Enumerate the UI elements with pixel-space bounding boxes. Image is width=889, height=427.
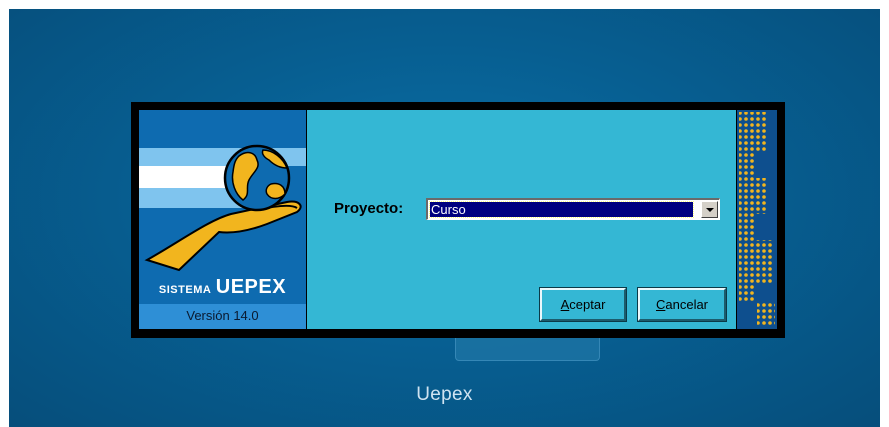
desktop-background: Uepex SISTEMA UEPEX Versión 14.0 Proyect… <box>9 9 880 427</box>
logo-system-big: UEPEX <box>215 276 287 298</box>
logo-version: Versión 14.0 <box>186 308 259 323</box>
accept-button-label: Aceptar <box>560 297 606 312</box>
logo-system-small: SISTEMA <box>158 284 212 296</box>
logo-system-name: SISTEMA UEPEX <box>139 276 306 299</box>
dot-pattern-icon <box>739 112 775 326</box>
login-dialog: SISTEMA UEPEX Versión 14.0 Proyecto: Cur… <box>131 102 785 338</box>
cancel-button-label: Cancelar <box>655 297 709 312</box>
project-dropdown[interactable]: Curso <box>426 198 720 220</box>
window-thumbnail[interactable] <box>455 335 600 361</box>
globe-hand-logo-icon <box>139 144 306 272</box>
dropdown-button[interactable] <box>701 201 718 218</box>
accept-button[interactable]: Aceptar <box>540 288 626 321</box>
decorative-dot-strip <box>737 110 777 329</box>
project-label: Proyecto: <box>334 200 404 217</box>
app-caption: Uepex <box>416 384 473 405</box>
chevron-down-icon <box>706 208 714 212</box>
cancel-button[interactable]: Cancelar <box>638 288 726 321</box>
project-dropdown-value[interactable]: Curso <box>429 201 694 218</box>
uepex-logo-panel: SISTEMA UEPEX Versión 14.0 <box>139 110 306 329</box>
login-form-panel: Proyecto: Curso Aceptar Cancelar <box>307 110 736 329</box>
